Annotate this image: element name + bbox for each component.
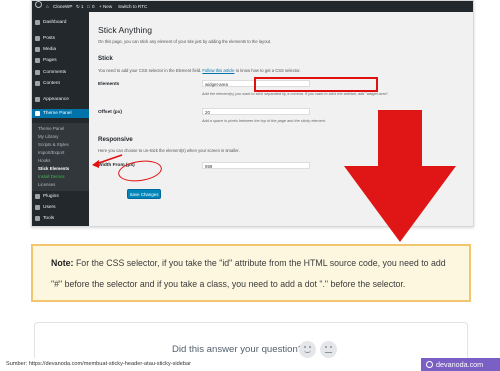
note-box: Note: For the CSS selector, if you take … <box>31 244 471 302</box>
sidebar-item-appearance[interactable]: Appearance <box>32 95 89 104</box>
follow-article-link[interactable]: Follow this article <box>202 68 234 73</box>
note-line-1: Note: For the CSS selector, if you take … <box>51 258 446 268</box>
admin-bar-new[interactable]: + New <box>99 1 112 12</box>
submenu-import-export[interactable]: Import/Export <box>38 150 64 155</box>
sidebar-item-dashboard[interactable]: Dashboard <box>32 18 89 27</box>
admin-bar: ⌂ CloneWP ↻ 1 □ 0 + New Switch to RTC <box>32 1 473 12</box>
offset-label: Offset (px) <box>98 110 122 115</box>
red-pointer-arrow-icon <box>92 154 123 168</box>
wrench-icon <box>35 216 40 221</box>
sidebar-item-users[interactable]: Users <box>32 203 89 212</box>
admin-bar-switch[interactable]: Switch to RTC <box>118 1 147 12</box>
stick-help-suffix: to know how to get a CSS selector. <box>235 68 301 73</box>
note-line-2: "#" before the selector and if you take … <box>51 279 406 289</box>
smile-emoji-icon[interactable] <box>299 341 316 358</box>
responsive-heading: Responsive <box>98 136 133 143</box>
elements-highlight-box <box>254 77 378 92</box>
sidebar-item-theme-panel[interactable]: Theme Panel <box>32 109 89 118</box>
page-title: Stick Anything <box>98 25 152 35</box>
sidebar-item-comments[interactable]: Comments <box>32 68 89 77</box>
sidebar-item-label: Pages <box>43 58 57 63</box>
admin-bar-home-icon: ⌂ <box>46 4 49 9</box>
submenu-licenses[interactable]: Licenses <box>38 182 55 187</box>
theme-panel-submenu: Theme Panel My Library Scripts & Styles … <box>32 123 89 191</box>
sidebar-item-label: Posts <box>43 36 55 41</box>
submenu-scripts-styles[interactable]: Scripts & Styles <box>38 142 69 147</box>
admin-bar-site-name[interactable]: CloneWP <box>53 1 72 12</box>
admin-bar-comments-count[interactable]: 0 <box>92 1 95 12</box>
note-text-1: For the CSS selector, if you take the "i… <box>75 258 446 268</box>
offset-description: Add a space in pixels between the top of… <box>202 119 326 123</box>
stick-help: You need to add your CSS selector in the… <box>98 68 301 73</box>
dashboard-icon <box>35 20 40 25</box>
save-changes-button[interactable]: Save Changes <box>127 189 161 199</box>
emoji-eye <box>325 346 327 348</box>
sidebar-item-media[interactable]: Media <box>32 45 89 54</box>
submenu-my-library[interactable]: My Library <box>38 134 59 139</box>
sidebar-item-label: Tools <box>43 216 55 221</box>
sidebar-item-label: Dashboard <box>43 20 67 25</box>
page-icon <box>35 58 40 63</box>
sidebar-item-label: Media <box>43 47 57 52</box>
source-caption: Sumber: https://devanoda.com/membuat-sti… <box>0 358 197 371</box>
brand-badge[interactable]: devanoda.com <box>421 358 500 371</box>
elements-description: Add the element(s) you want to stick sep… <box>202 92 389 96</box>
devanoda-logo-icon <box>426 361 433 368</box>
theme-panel-icon <box>35 111 40 116</box>
emoji-eye <box>330 346 332 348</box>
sidebar-item-pages[interactable]: Pages <box>32 56 89 65</box>
admin-bar-updates-count[interactable]: 1 <box>81 1 84 12</box>
sidebar-item-posts[interactable]: Posts <box>32 34 89 43</box>
admin-bar-comments-icon: □ <box>87 4 90 9</box>
stick-heading: Stick <box>98 55 113 62</box>
sidebar-item-label: Appearance <box>43 97 69 102</box>
width-field[interactable]: 959 <box>202 162 310 169</box>
media-icon <box>35 47 40 52</box>
comment-icon <box>35 70 40 75</box>
admin-bar-updates-icon: ↻ <box>76 4 80 9</box>
stick-help-text: You need to add your CSS selector in the… <box>98 68 202 73</box>
wordpress-logo-icon <box>35 1 42 8</box>
emoji-eye <box>304 346 306 348</box>
submenu-theme-panel[interactable]: Theme Panel <box>38 126 64 131</box>
users-icon <box>35 205 40 210</box>
elements-label: Elements <box>98 82 120 87</box>
emoji-smile-mouth <box>304 350 311 353</box>
sidebar-item-label: Content <box>43 81 60 86</box>
submenu-install-demos[interactable]: Install Demos <box>38 174 65 179</box>
submenu-hooks[interactable]: Hooks <box>38 158 50 163</box>
neutral-emoji-icon[interactable] <box>320 341 337 358</box>
offset-field[interactable]: 20 <box>202 108 310 115</box>
sidebar-item-content[interactable]: Content <box>32 79 89 88</box>
sidebar-item-plugins[interactable]: Plugins <box>32 192 89 201</box>
brush-icon <box>35 97 40 102</box>
feedback-question: Did this answer your question? <box>172 344 304 355</box>
admin-sidebar: Dashboard Posts Media Pages Comments Con… <box>32 12 89 226</box>
note-label: Note: <box>51 258 74 268</box>
sidebar-item-label: Theme Panel <box>43 111 72 116</box>
sidebar-item-label: Comments <box>43 70 67 75</box>
page-intro: On this page, you can stick any element … <box>98 39 272 44</box>
pin-icon <box>35 36 40 41</box>
sidebar-item-label: Users <box>43 205 56 210</box>
submenu-stick-elements[interactable]: Stick Elements <box>38 166 69 171</box>
plugin-icon <box>35 194 40 199</box>
emoji-eye <box>309 346 311 348</box>
sidebar-item-label: Plugins <box>43 194 59 199</box>
big-red-down-arrow-icon <box>344 110 456 242</box>
sidebar-item-tools[interactable]: Tools <box>32 214 89 223</box>
emoji-neutral-mouth <box>325 351 332 353</box>
content-icon <box>35 81 40 86</box>
brand-name: devanoda.com <box>436 360 484 369</box>
